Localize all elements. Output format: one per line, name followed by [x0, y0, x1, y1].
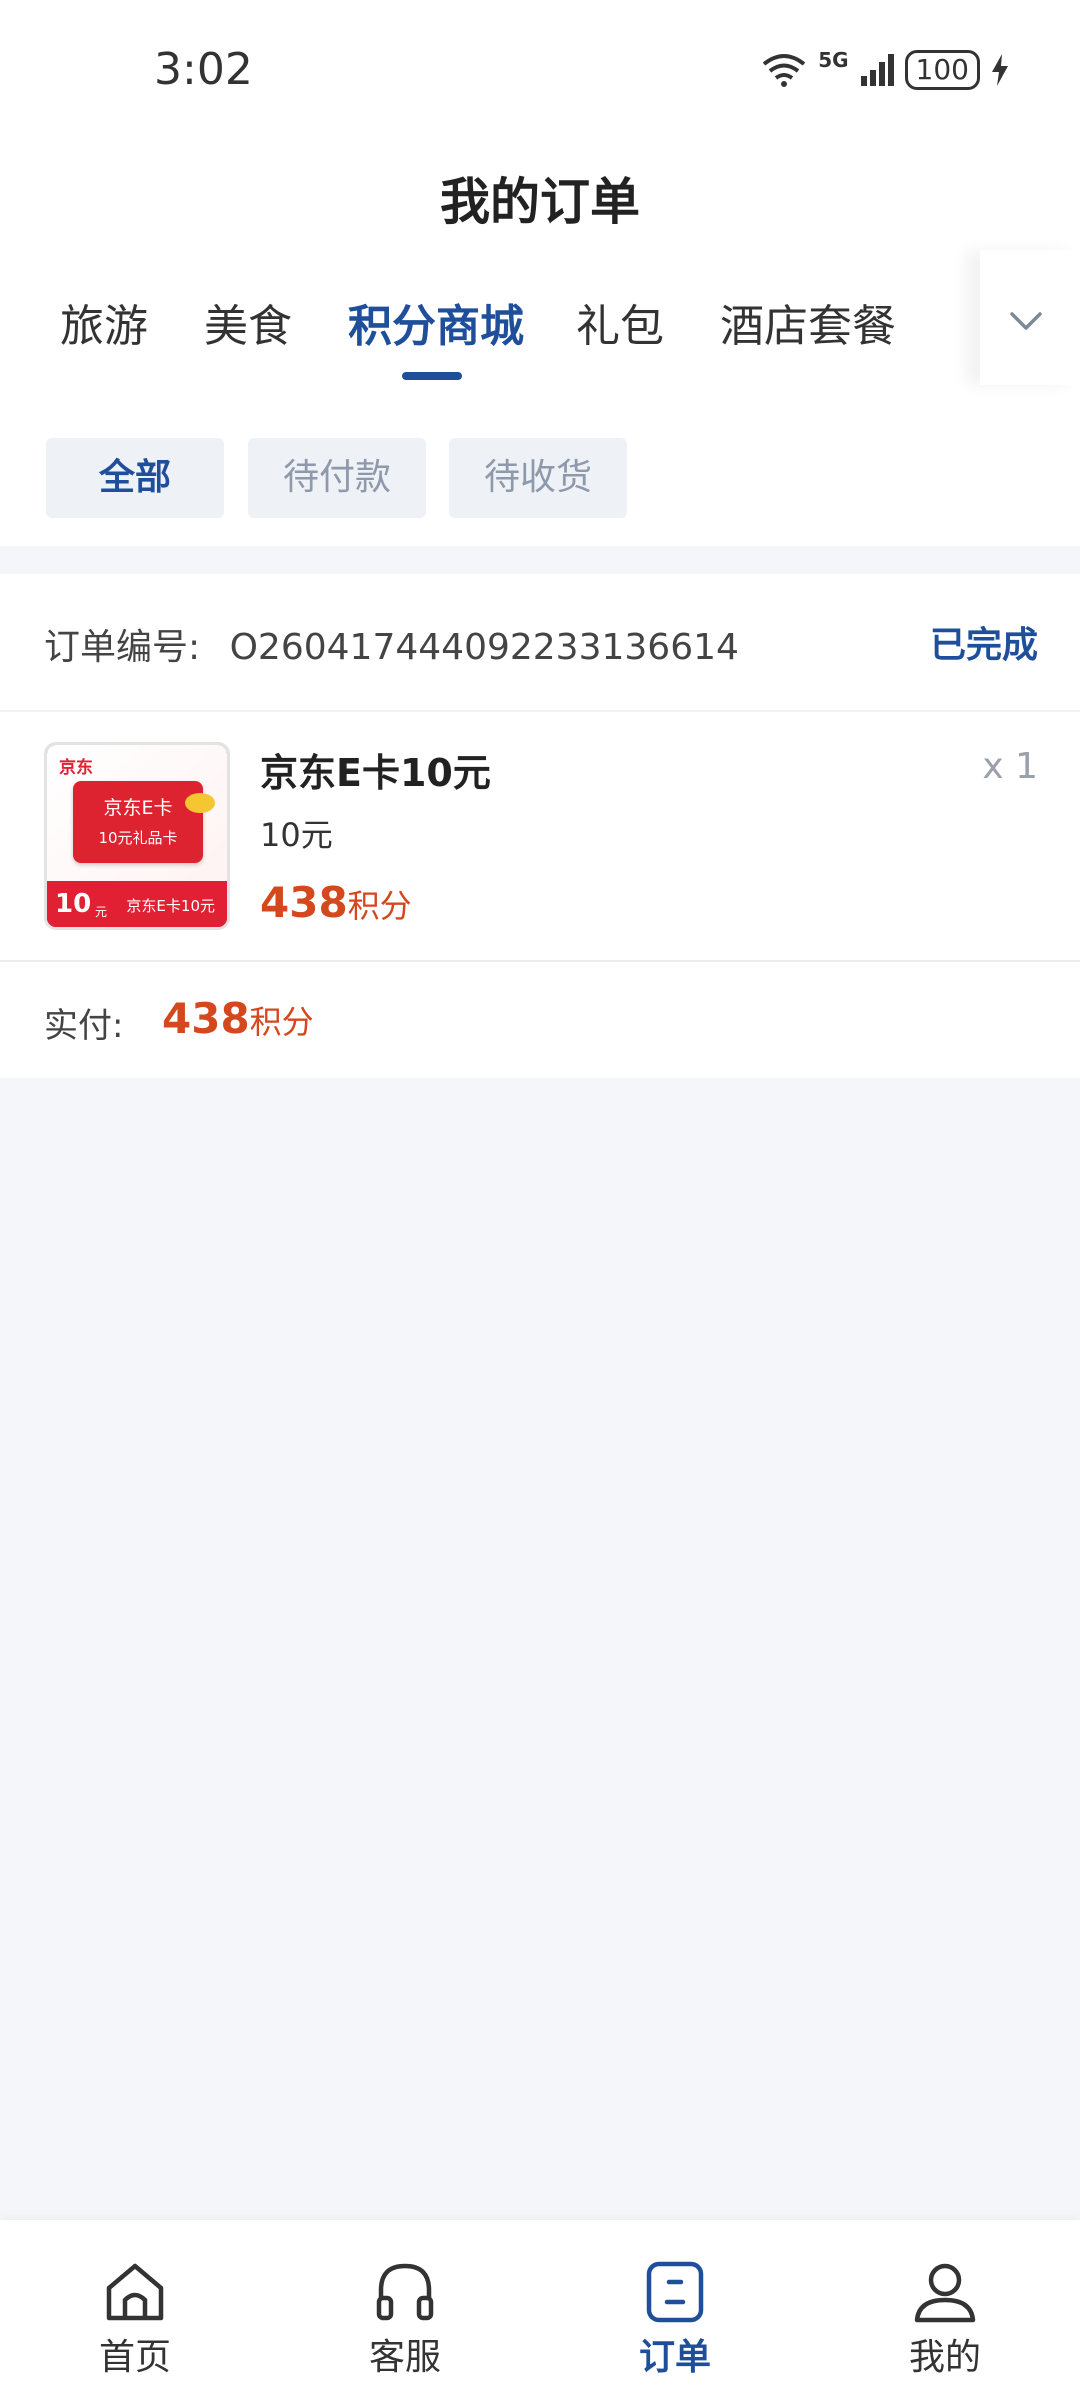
status-bar: 3:02 5G 100 — [0, 0, 1080, 140]
nav-customer-service[interactable]: 客服 — [305, 2220, 505, 2400]
active-tab-indicator — [402, 372, 462, 380]
nav-orders[interactable]: 订单 — [575, 2220, 775, 2400]
nav-profile[interactable]: 我的 — [845, 2220, 1045, 2400]
home-icon — [106, 2263, 164, 2321]
product-name: 京东E卡10元 — [260, 751, 491, 795]
product-quantity: x 1 — [982, 746, 1038, 787]
paid-price: 438积分 — [162, 994, 314, 1043]
order-icon — [646, 2261, 704, 2323]
page-header: 我的订单 — [0, 140, 1080, 250]
thumbnail-top: 京东 京东E卡 10元礼品卡 — [47, 745, 227, 881]
product-thumbnail: 京东 京东E卡 10元礼品卡 10 元 京东E卡10元 — [44, 742, 230, 930]
order-number: 订单编号: O260417444092233136614 — [44, 618, 739, 670]
signal-icon — [860, 54, 894, 86]
nav-profile-label: 我的 — [908, 2337, 981, 2378]
tab-travel[interactable]: 旅游 — [60, 290, 148, 354]
chevron-down-icon[interactable] — [1006, 300, 1046, 340]
paid-unit: 积分 — [249, 1003, 314, 1041]
order-number-value: O260417444092233136614 — [229, 627, 739, 668]
product-price-amount: 438 — [260, 878, 348, 927]
status-filter-bar: 全部 待付款 待收货 — [0, 398, 1080, 546]
nav-customer-service-label: 客服 — [368, 2337, 441, 2378]
gift-card-subtitle: 10元礼品卡 — [98, 829, 178, 847]
nav-home-label: 首页 — [98, 2337, 171, 2378]
product-spec: 10元 — [260, 816, 333, 854]
product-row[interactable]: 京东 京东E卡 10元礼品卡 10 元 京东E卡10元 京东E卡10元 10元 … — [0, 712, 1080, 962]
gift-card-title: 京东E卡 — [103, 797, 173, 819]
filter-pending-receipt[interactable]: 待收货 — [449, 438, 627, 518]
paid-label: 实付: — [44, 1006, 124, 1046]
category-tabs: 旅游 美食 积分商城 礼包 酒店套餐 — [0, 250, 1080, 398]
order-number-row: 订单编号: O260417444092233136614 已完成 — [0, 574, 1080, 712]
page-title: 我的订单 — [440, 173, 640, 231]
thumbnail-footer: 10 元 京东E卡10元 — [47, 881, 227, 927]
filter-pending-payment[interactable]: 待付款 — [248, 438, 426, 518]
network-label: 5G — [818, 48, 849, 72]
product-price-unit: 积分 — [347, 887, 412, 925]
product-price: 438积分 — [260, 878, 412, 927]
thumbnail-unit: 元 — [95, 905, 108, 919]
battery-indicator: 100 — [904, 50, 980, 90]
wifi-icon — [762, 54, 806, 87]
thumbnail-value: 10 — [55, 889, 92, 919]
tab-hotel-package[interactable]: 酒店套餐 — [720, 290, 896, 354]
tab-food[interactable]: 美食 — [204, 290, 292, 354]
jd-logo: 京东 — [59, 758, 93, 778]
order-number-label: 订单编号: — [44, 627, 201, 668]
status-icons: 5G 100 — [760, 48, 1010, 90]
thumbnail-name: 京东E卡10元 — [126, 897, 215, 915]
paid-row: 实付: 438积分 — [0, 962, 1080, 1078]
order-card[interactable]: 订单编号: O260417444092233136614 已完成 京东 京东E卡… — [0, 574, 1080, 1078]
order-status-badge: 已完成 — [929, 625, 1038, 666]
tab-gift-pack[interactable]: 礼包 — [576, 290, 664, 354]
charging-icon — [992, 54, 1008, 86]
gift-card-graphic: 京东E卡 10元礼品卡 — [73, 781, 203, 863]
filter-all[interactable]: 全部 — [46, 438, 224, 518]
nav-orders-label: 订单 — [638, 2337, 711, 2378]
paid-amount: 438 — [162, 994, 250, 1043]
coin-icon — [185, 793, 215, 813]
nav-home[interactable]: 首页 — [35, 2220, 235, 2400]
profile-icon — [914, 2263, 976, 2323]
tab-points-mall[interactable]: 积分商城 — [348, 290, 524, 354]
headset-icon — [376, 2263, 434, 2321]
bottom-nav: 首页 客服 订单 我的 — [0, 2220, 1080, 2400]
status-time: 3:02 — [154, 44, 253, 95]
